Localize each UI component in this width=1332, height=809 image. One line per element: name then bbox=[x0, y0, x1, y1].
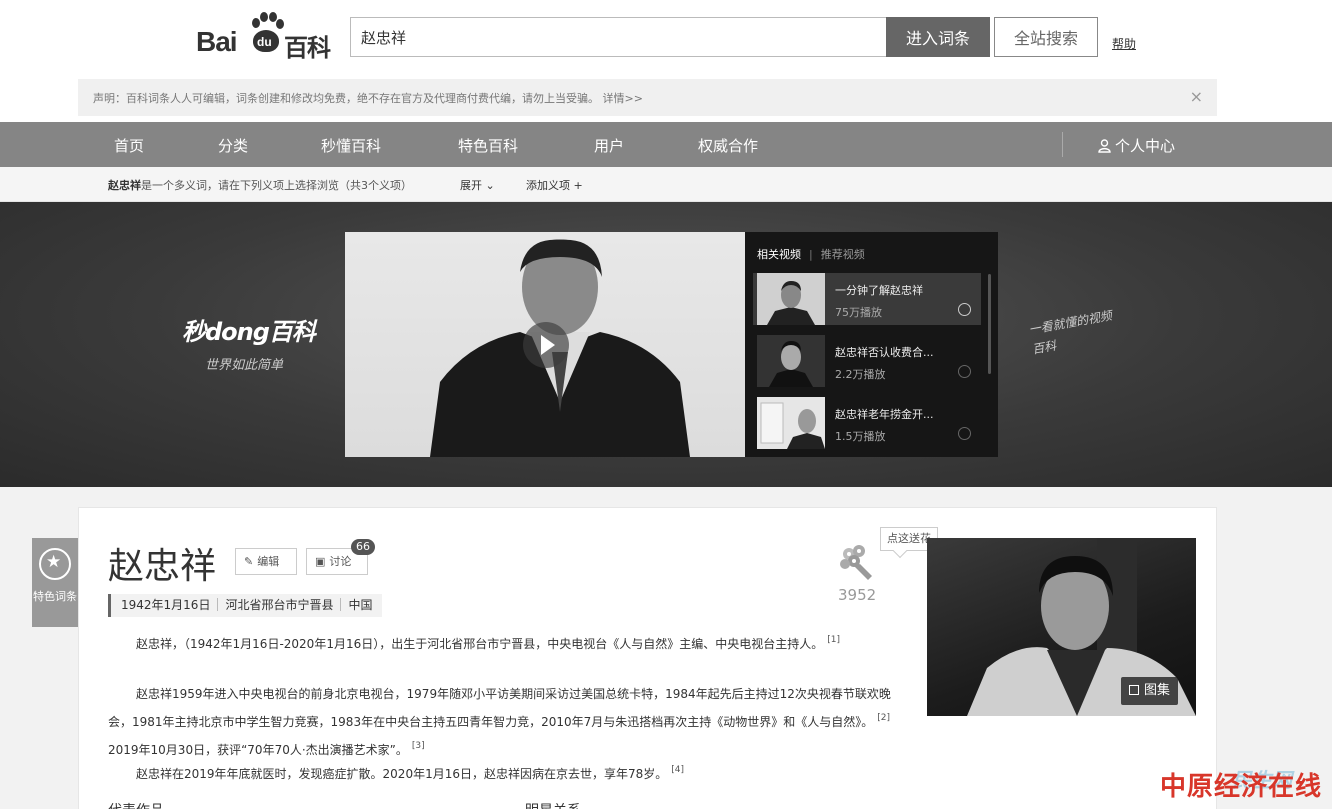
logo-baike-text: 百科 bbox=[284, 34, 331, 62]
add-meaning-button[interactable]: 添加义项 + bbox=[526, 177, 583, 193]
discuss-label: 讨论 bbox=[329, 555, 352, 568]
video-thumbnail bbox=[757, 273, 825, 325]
video-plays: 1.5万播放 bbox=[835, 430, 886, 443]
video-plays: 2.2万播放 bbox=[835, 368, 886, 381]
user-center-link[interactable]: 个人中心 bbox=[1098, 135, 1175, 156]
video-title: 一分钟了解赵忠祥 bbox=[835, 284, 923, 297]
tab-related-videos[interactable]: 相关视频 bbox=[757, 248, 801, 261]
share-icon[interactable] bbox=[958, 427, 971, 440]
page-title: 赵忠祥 bbox=[108, 546, 217, 587]
reference-link[interactable]: [4] bbox=[671, 765, 684, 775]
video-player[interactable] bbox=[345, 232, 745, 457]
section-relations-heading[interactable]: 明星关系 bbox=[525, 800, 581, 809]
edit-button[interactable]: ✎ 编辑 bbox=[235, 548, 297, 575]
logo-bai-text: Bai bbox=[196, 26, 238, 57]
nav-item-miaodong[interactable]: 秒懂百科 bbox=[321, 135, 381, 156]
notice-text: 声明：百科词条人人可编辑，词条创建和修改均免费，绝不存在官方及代理商付费代编，请… bbox=[93, 92, 643, 105]
video-item[interactable]: 赵忠祥老年捞金开... 1.5万播放 bbox=[753, 397, 981, 449]
pencil-icon: ✎ bbox=[244, 555, 254, 568]
user-center-label: 个人中心 bbox=[1115, 137, 1176, 155]
gallery-icon bbox=[1129, 685, 1139, 695]
paragraph-text: 赵忠祥，（1942年1月16日-2020年1月16日），出生于河北省邢台市宁晋县… bbox=[136, 637, 824, 651]
nav-item-users[interactable]: 用户 bbox=[594, 135, 624, 156]
site-search-button[interactable]: 全站搜索 bbox=[994, 17, 1098, 57]
chat-icon: ▣ bbox=[315, 555, 326, 568]
plus-icon: + bbox=[573, 179, 583, 192]
video-list-scrollbar[interactable] bbox=[988, 274, 991, 374]
user-icon bbox=[1098, 139, 1111, 153]
nav-item-home[interactable]: 首页 bbox=[114, 135, 144, 156]
edit-label: 编辑 bbox=[257, 555, 280, 568]
video-tabs: 相关视频 | 推荐视频 bbox=[757, 248, 865, 261]
search-input[interactable] bbox=[350, 17, 886, 57]
add-meaning-label: 添加义项 bbox=[526, 179, 570, 192]
slogan-handwritten: 一看就懂的视频百科 bbox=[1027, 308, 1113, 357]
paw-icon: du bbox=[250, 12, 284, 54]
expand-button[interactable]: 展开 ⌄ bbox=[460, 177, 495, 193]
video-title: 赵忠祥老年捞金开... bbox=[835, 408, 934, 421]
polysemy-desc: 是一个多义词，请在下列义项上选择浏览（共3个义项） bbox=[141, 179, 412, 192]
close-icon[interactable]: × bbox=[1190, 87, 1203, 106]
fact-nationality: 中国 bbox=[348, 598, 373, 612]
video-item[interactable]: 一分钟了解赵忠祥 75万播放 bbox=[753, 273, 981, 325]
featured-entry-label: 特色词条 bbox=[33, 590, 77, 603]
fact-birthdate: 1942年1月16日 bbox=[121, 598, 211, 612]
flower-icon[interactable] bbox=[836, 542, 876, 584]
logo-paw-text: du bbox=[257, 35, 272, 49]
main-nav: 首页 分类 秒懂百科 特色百科 用户 权威合作 个人中心 bbox=[0, 122, 1332, 167]
polysemy-text: 赵忠祥是一个多义词，请在下列义项上选择浏览（共3个义项） bbox=[108, 177, 412, 193]
nav-divider bbox=[1062, 132, 1063, 157]
site-watermark: 中原经济在线 bbox=[1160, 772, 1323, 802]
fact-birthplace[interactable]: 河北省邢台市宁晋县 bbox=[225, 598, 333, 612]
reference-link[interactable]: [2] bbox=[877, 713, 890, 723]
featured-entry-badge[interactable]: 特色词条 bbox=[32, 538, 78, 627]
summary-paragraph: 赵忠祥，（1942年1月16日-2020年1月16日），出生于河北省邢台市宁晋县… bbox=[108, 628, 898, 656]
summary-paragraph: 赵忠祥在2019年年底就医时，发现癌症扩散。2020年1月16日，赵忠祥因病在京… bbox=[108, 758, 898, 786]
reference-link[interactable]: [1] bbox=[827, 635, 840, 645]
share-icon[interactable] bbox=[958, 303, 971, 316]
summary-paragraph: 赵忠祥1959年进入中央电视台的前身北京电视台，1979年随邓小平访美期间采访过… bbox=[108, 682, 898, 762]
brand-slogan: 世界如此简单 bbox=[205, 358, 284, 373]
video-banner: 秒dong百科 世界如此简单 一看就懂的视频百科 相关视频 | 推荐视频 一分钟了解… bbox=[0, 202, 1332, 487]
nav-item-featured[interactable]: 特色百科 bbox=[458, 135, 518, 156]
video-thumbnail bbox=[757, 335, 825, 387]
gallery-button[interactable]: 图集 bbox=[1121, 677, 1179, 705]
polysemy-bar: 赵忠祥是一个多义词，请在下列义项上选择浏览（共3个义项） 展开 ⌄ 添加义项 + bbox=[0, 167, 1332, 202]
paragraph-text: 赵忠祥在2019年年底就医时，发现癌症扩散。2020年1月16日，赵忠祥因病在京… bbox=[136, 767, 668, 781]
gallery-label: 图集 bbox=[1144, 683, 1171, 698]
play-icon[interactable] bbox=[523, 322, 569, 368]
video-title: 赵忠祥否认收费合... bbox=[835, 346, 934, 359]
chevron-down-icon: ⌄ bbox=[485, 179, 495, 192]
baidu-baike-logo[interactable]: Bai du 百科 bbox=[196, 12, 336, 62]
video-item[interactable]: 赵忠祥否认收费合... 2.2万播放 bbox=[753, 335, 981, 387]
notice-bar: 声明：百科词条人人可编辑，词条创建和修改均免费，绝不存在官方及代理商付费代编，请… bbox=[78, 79, 1217, 116]
paragraph-text: 2019年10月30日，获评“70年70人·杰出演播艺术家”。 bbox=[108, 743, 408, 757]
help-link[interactable]: 帮助 bbox=[1112, 35, 1136, 52]
nav-item-partners[interactable]: 权威合作 bbox=[698, 135, 758, 156]
reference-link[interactable]: [3] bbox=[412, 741, 425, 751]
basic-facts-bar: 1942年1月16日 河北省邢台市宁晋县 中国 bbox=[108, 594, 383, 617]
section-works-heading[interactable]: 代表作品 bbox=[108, 800, 164, 809]
share-icon[interactable] bbox=[958, 365, 971, 378]
top-header: Bai du 百科 进入词条 全站搜索 帮助 声明：百科词条人人可编辑，词条创建… bbox=[0, 0, 1332, 122]
miaodong-logo: 秒dong百科 bbox=[182, 318, 316, 346]
tab-recommended-videos[interactable]: 推荐视频 bbox=[821, 248, 865, 261]
star-icon bbox=[39, 548, 71, 580]
related-video-list: 相关视频 | 推荐视频 一分钟了解赵忠祥 75万播放 赵忠祥否认收费合... 2.2… bbox=[745, 232, 998, 457]
enter-entry-button[interactable]: 进入词条 bbox=[886, 17, 990, 57]
paragraph-text: 赵忠祥1959年进入中央电视台的前身北京电视台，1979年随邓小平访美期间采访过… bbox=[108, 687, 891, 729]
video-plays: 75万播放 bbox=[835, 306, 882, 319]
nav-item-category[interactable]: 分类 bbox=[218, 135, 248, 156]
video-thumbnail bbox=[757, 397, 825, 449]
polysemy-term: 赵忠祥 bbox=[108, 179, 141, 192]
discuss-count-badge: 66 bbox=[351, 539, 375, 555]
flower-count: 3952 bbox=[838, 586, 877, 604]
expand-label: 展开 bbox=[460, 179, 482, 192]
